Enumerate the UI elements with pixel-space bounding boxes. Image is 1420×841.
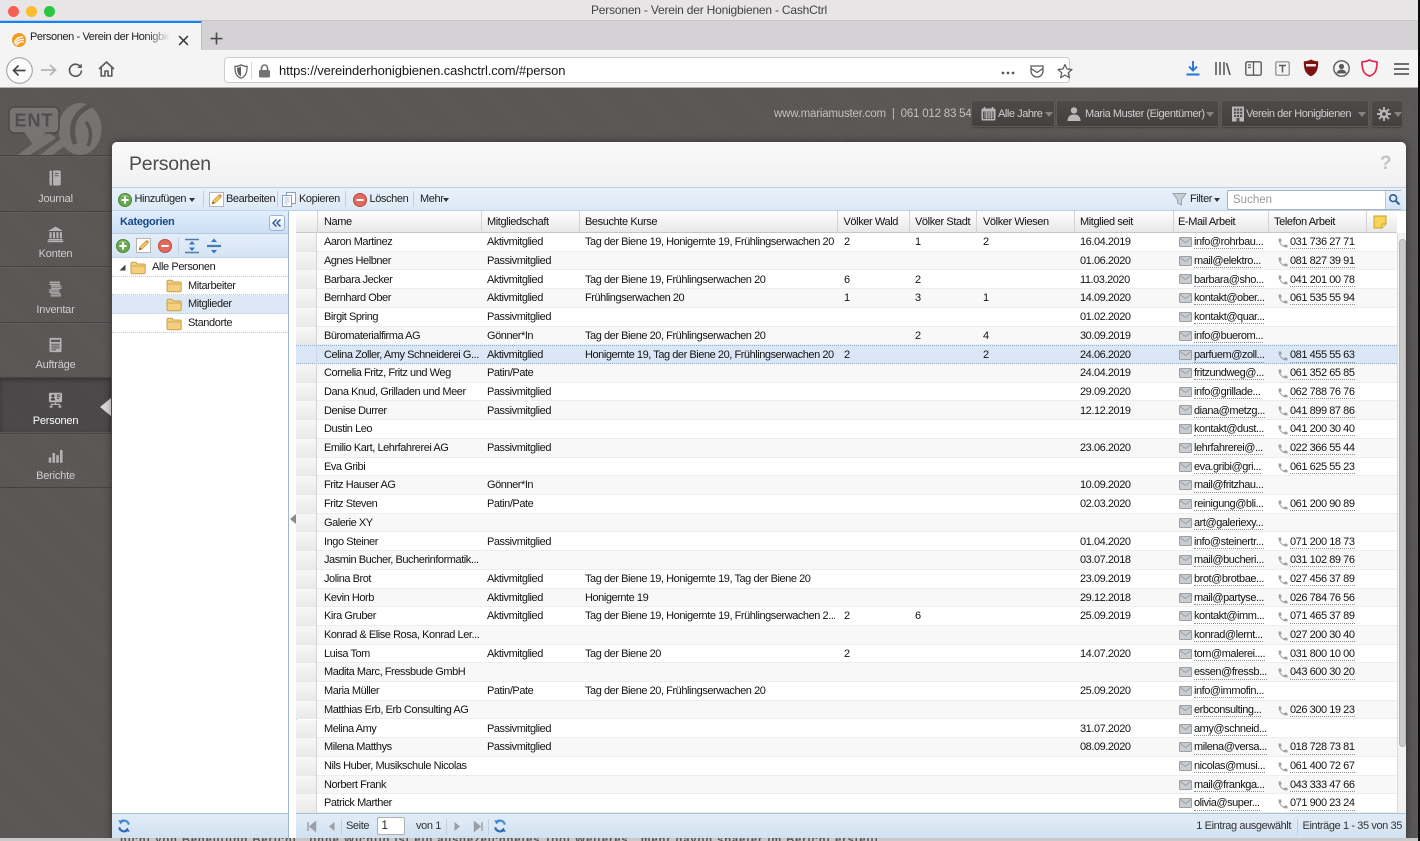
svg-text:ENT: ENT (15, 111, 54, 131)
